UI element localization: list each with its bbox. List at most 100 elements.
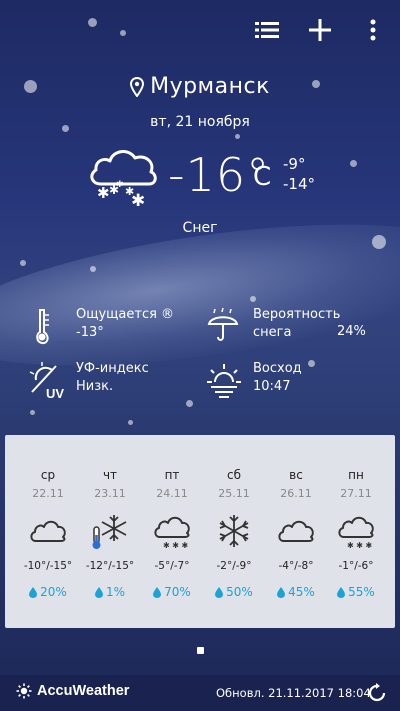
forecast-day-name: ср xyxy=(40,468,56,482)
umbrella-snow-icon xyxy=(207,307,239,341)
add-location-button[interactable] xyxy=(305,14,335,46)
snowflake-cold-icon xyxy=(92,515,127,549)
location-header[interactable]: Мурманск xyxy=(0,74,400,99)
cloud-icon xyxy=(278,520,314,542)
forecast-temp: -5°/-7° xyxy=(154,560,190,572)
forecast-precip: 55% xyxy=(325,585,387,599)
sun-logo-icon xyxy=(16,683,32,699)
forecast-date: 23.11 xyxy=(94,487,126,500)
footer-bar: AccuWeather Обновл. 21.11.2017 18:04 xyxy=(0,675,400,711)
forecast-day[interactable]: пн 27.11 ✱ ✱ ✱ -1°/-6° 55% xyxy=(325,435,387,628)
forecast-temp: -2°/-9° xyxy=(216,560,252,572)
forecast-temp: -12°/-15° xyxy=(85,560,135,572)
snowflake-decor xyxy=(20,260,26,266)
snowflake-icon xyxy=(219,515,249,547)
forecast-date: 27.11 xyxy=(340,487,372,500)
more-vertical-icon xyxy=(370,19,376,41)
forecast-date: 26.11 xyxy=(280,487,312,500)
uv-index: UV УФ-индекс Низк. xyxy=(28,360,149,400)
accuweather-logo[interactable]: AccuWeather xyxy=(16,683,129,699)
drop-icon xyxy=(337,586,346,598)
forecast-day-name: чт xyxy=(102,468,118,482)
list-icon xyxy=(255,22,279,38)
feels-like: Ощущается ® -13° xyxy=(28,306,174,346)
uv-label: УФ-индекс xyxy=(76,361,149,376)
daily-forecast-panel[interactable]: ср 22.11 -10°/-15° 20% чт 23.11 -12°/-15… xyxy=(5,435,395,628)
forecast-precip-value: 55% xyxy=(348,585,375,599)
snowflake-decor xyxy=(128,420,133,425)
forecast-precip-value: 45% xyxy=(288,585,315,599)
current-date: вт, 21 ноября xyxy=(150,114,250,130)
last-updated: Обновл. 21.11.2017 18:04 xyxy=(216,686,371,700)
snowflake-decor xyxy=(372,235,386,249)
forecast-date: 24.11 xyxy=(156,487,188,500)
drop-icon xyxy=(215,586,224,598)
svg-text:UV: UV xyxy=(46,386,64,400)
cloud-icon xyxy=(30,520,66,542)
uv-value: Низк. xyxy=(76,379,114,394)
forecast-precip: 1% xyxy=(79,585,141,599)
refresh-icon[interactable] xyxy=(366,682,388,704)
forecast-day-name: вс xyxy=(289,468,303,482)
precip-label: Вероятность xyxy=(253,307,341,322)
forecast-precip-value: 1% xyxy=(105,585,126,599)
forecast-precip: 20% xyxy=(17,585,79,599)
city-name: Мурманск xyxy=(150,74,270,99)
feels-like-label: Ощущается ® xyxy=(76,307,175,322)
snow-cloud-icon: ✱ ✱ ✱ xyxy=(338,516,374,550)
svg-text:✱: ✱ xyxy=(97,184,110,202)
forecast-day-name: пт xyxy=(164,468,180,482)
snowflake-decor xyxy=(90,266,96,272)
precip-label-2: снега xyxy=(253,325,292,340)
forecast-date: 25.11 xyxy=(218,487,250,500)
forecast-date: 22.11 xyxy=(32,487,64,500)
thermometer-icon xyxy=(36,309,49,345)
drop-icon xyxy=(153,586,162,598)
sunrise-value: 10:47 xyxy=(253,379,291,394)
sunrise-icon xyxy=(207,364,241,398)
forecast-precip-value: 70% xyxy=(164,585,191,599)
precip-value: 24% xyxy=(337,324,366,339)
forecast-day[interactable]: чт 23.11 -12°/-15° 1% xyxy=(79,435,141,628)
snowflake-decor xyxy=(235,134,240,139)
low-temp: -14° xyxy=(283,175,315,193)
forecast-temp: -10°/-15° xyxy=(23,560,73,572)
forecast-precip: 45% xyxy=(265,585,327,599)
high-low-temps: -9° -14° xyxy=(283,154,315,194)
drop-icon xyxy=(29,586,38,598)
weather-condition: Снег xyxy=(182,220,218,236)
sunrise: Восход 10:47 xyxy=(205,360,302,400)
forecast-day[interactable]: сб 25.11 -2°/-9° 50% xyxy=(203,435,265,628)
uv-icon: UV xyxy=(29,362,64,400)
forecast-day[interactable]: ср 22.11 -10°/-15° 20% xyxy=(17,435,79,628)
plus-icon xyxy=(309,19,331,41)
forecast-day[interactable]: вс 26.11 -4°/-8° 45% xyxy=(265,435,327,628)
forecast-precip: 50% xyxy=(203,585,265,599)
high-temp: -9° xyxy=(283,155,306,173)
top-toolbar xyxy=(0,0,400,60)
precip-probability: Вероятность снега 24% xyxy=(205,306,366,346)
sunrise-label: Восход xyxy=(253,361,302,376)
page-indicator xyxy=(197,647,204,654)
forecast-precip-value: 50% xyxy=(226,585,253,599)
snow-cloud-icon: ✱ ✱ ✱ ✱ ✱ xyxy=(90,150,157,208)
svg-text:✱: ✱ xyxy=(131,191,145,208)
forecast-precip: 70% xyxy=(141,585,203,599)
details-panel: Ощущается ® -13° Вероятность снега 24% U… xyxy=(0,302,400,412)
svg-text:✱: ✱ xyxy=(116,180,124,190)
list-button[interactable] xyxy=(252,14,282,46)
forecast-temp: -4°/-8° xyxy=(278,560,314,572)
forecast-temp: -1°/-6° xyxy=(338,560,374,572)
forecast-day-name: пн xyxy=(348,468,364,482)
svg-text:✱ ✱ ✱: ✱ ✱ ✱ xyxy=(163,541,188,550)
forecast-day[interactable]: пт 24.11 ✱ ✱ ✱ -5°/-7° 70% xyxy=(141,435,203,628)
current-weather: ✱ ✱ ✱ ✱ ✱ -16° C -9° -14° xyxy=(0,140,400,220)
feels-like-value: -13° xyxy=(76,325,104,340)
brand-name: AccuWeather xyxy=(37,683,130,699)
snow-cloud-icon: ✱ ✱ ✱ xyxy=(154,516,190,550)
svg-text:✱ ✱ ✱: ✱ ✱ ✱ xyxy=(347,541,372,550)
drop-icon xyxy=(277,586,286,598)
forecast-day-name: сб xyxy=(227,468,241,482)
more-options-button[interactable] xyxy=(358,14,388,46)
temperature-unit[interactable]: C xyxy=(253,162,271,192)
